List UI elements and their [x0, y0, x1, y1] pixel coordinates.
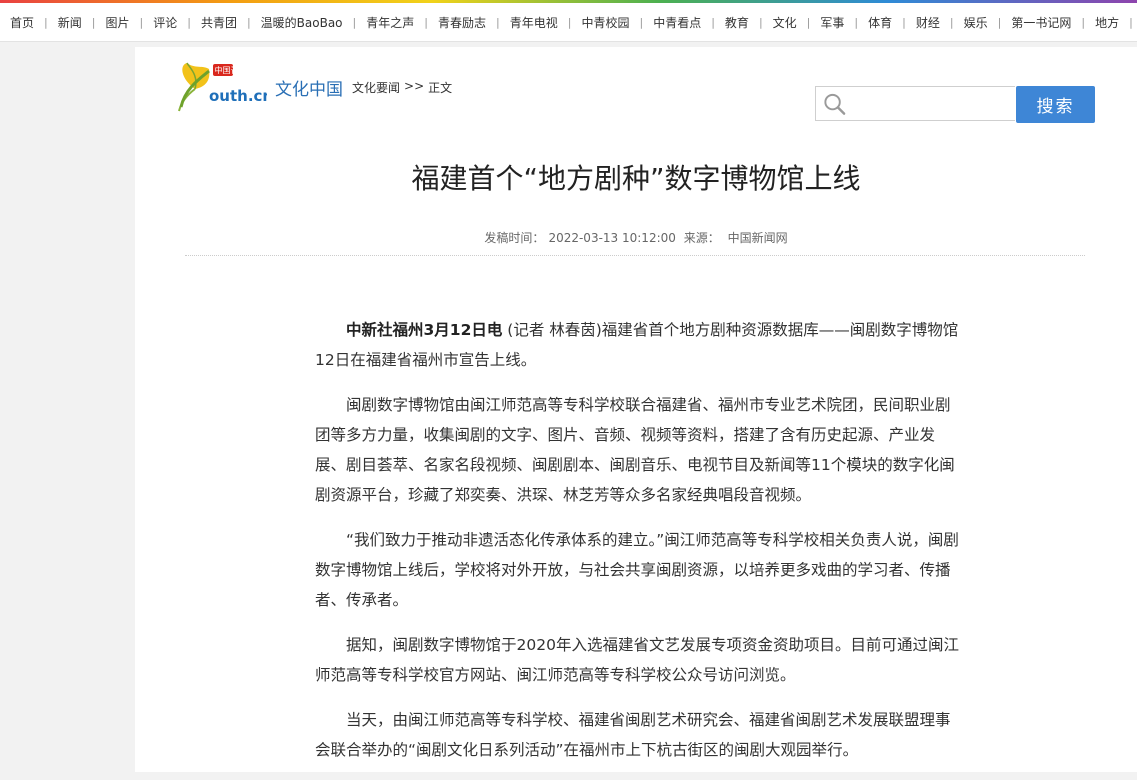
nav-item[interactable]: 图片 — [95, 14, 139, 31]
search-icon — [824, 93, 846, 115]
breadcrumb-section-link[interactable]: 文化要闻 — [352, 79, 400, 96]
article-meta: 发稿时间： 2022-03-13 10:12:00 来源： 中国新闻网 — [135, 229, 1137, 246]
nav-item[interactable]: 中青校园 — [571, 14, 639, 31]
source-name: 中国新闻网 — [727, 231, 788, 245]
logo-text-top: 中国青年网 — [215, 65, 255, 75]
article-body: 中新社福州3月12日电 (记者 林春茵)福建省首个地方剧种资源数据库——闽剧数字… — [315, 315, 960, 780]
nav-item[interactable]: 军事 — [810, 14, 854, 31]
article-paragraph: 当天，由闽江师范高等专科学校、福建省闽剧艺术研究会、福建省闽剧艺术发展联盟理事会… — [315, 711, 951, 759]
article-title: 福建首个“地方剧种”数字博物馆上线 — [411, 162, 861, 195]
dateline: 中新社福州3月12日电 — [346, 321, 503, 339]
nav-item[interactable]: 文化 — [763, 14, 807, 31]
nav-item[interactable]: 青年之声 — [356, 14, 424, 31]
title-divider — [185, 255, 1085, 256]
nav-item[interactable]: 游 — [1133, 14, 1137, 31]
youth-cn-logo[interactable]: 中国青年网 outh.cn — [175, 59, 273, 113]
breadcrumb-current: 正文 — [428, 81, 453, 95]
article-paragraph: 据知，闽剧数字博物馆于2020年入选福建省文艺发展专项资金资助项目。目前可通过闽… — [315, 636, 959, 684]
nav-item[interactable]: 青春励志 — [428, 14, 496, 31]
nav-item[interactable]: 地方 — [1085, 14, 1129, 31]
nav-item[interactable]: 首页 — [0, 14, 44, 31]
nav-item[interactable]: 娱乐 — [954, 14, 998, 31]
nav-item[interactable]: 评论 — [143, 14, 187, 31]
channel-name[interactable]: 文化中国 — [275, 75, 343, 100]
nav-item[interactable]: 第一书记网 — [1001, 14, 1081, 31]
source-label: 来源： — [683, 231, 720, 245]
article-paragraph: 闽剧数字博物馆由闽江师范高等专科学校联合福建省、福州市专业艺术院团，民间职业剧团… — [315, 396, 955, 504]
nav-item[interactable]: 温暖的BaoBao — [251, 14, 353, 31]
nav-item[interactable]: 教育 — [715, 14, 759, 31]
article-paragraph: “我们致力于推动非遗活态化传承体系的建立。”闽江师范高等专科学校相关负责人说，闽… — [315, 531, 959, 609]
nav-item[interactable]: 体育 — [858, 14, 902, 31]
nav-item[interactable]: 共青团 — [191, 14, 247, 31]
ginkgo-leaf-icon: 中国青年网 outh.cn — [178, 62, 273, 112]
main-content: 中国青年网 outh.cn 文化中国 文化要闻 >> 正文 搜索 福建首个“地方… — [135, 47, 1137, 772]
nav-item[interactable]: 中青看点 — [643, 14, 711, 31]
search-field — [815, 86, 1015, 121]
nav-item[interactable]: 青年电视 — [500, 14, 568, 31]
breadcrumb: 文化要闻 >> 正文 — [352, 79, 452, 96]
breadcrumb-separator: >> — [404, 79, 425, 93]
nav-item[interactable]: 新闻 — [48, 14, 92, 31]
publish-time: 2022-03-13 10:12:00 — [548, 231, 676, 245]
search-input[interactable] — [851, 87, 1015, 120]
article-paragraph: 中新社福州3月12日电 (记者 林春茵)福建省首个地方剧种资源数据库——闽剧数字… — [315, 315, 960, 375]
search-button[interactable]: 搜索 — [1016, 86, 1095, 123]
logo-text-bottom: outh.cn — [209, 87, 267, 105]
nav-item[interactable]: 财经 — [906, 14, 950, 31]
top-navigation: 首页 | 新闻 | 图片 | 评论 | 共青团 | 温暖的BaoBao | 青年之声 | 青春励志 | 青年电视… — [0, 3, 1137, 42]
publish-time-label: 发稿时间： — [484, 231, 545, 245]
